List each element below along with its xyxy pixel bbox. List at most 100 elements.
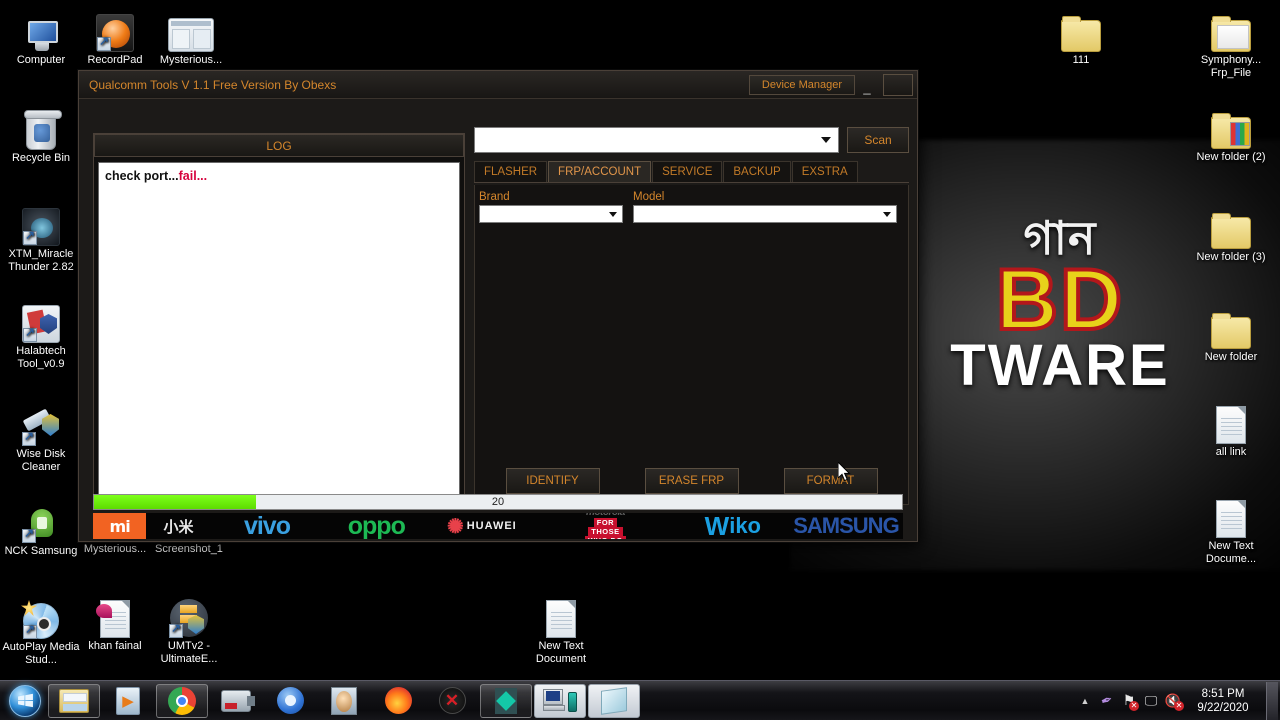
- error-badge-icon: ✕: [1129, 700, 1139, 711]
- log-panel: LOG check port...fail...: [93, 133, 465, 507]
- start-button[interactable]: [3, 683, 47, 719]
- desktop-icon-recycle-bin[interactable]: Recycle Bin: [2, 104, 80, 165]
- desktop-icon-label: Wise Disk Cleaner: [16, 448, 66, 473]
- desktop-icon-new-folder-2[interactable]: New folder (2): [1192, 103, 1270, 164]
- desktop-icon-screenshot-1[interactable]: Screenshot_1: [150, 541, 228, 556]
- app-icon: [2, 497, 80, 543]
- format-button[interactable]: FORMAT: [783, 468, 878, 494]
- taskbar-photo-viewer[interactable]: [318, 684, 370, 718]
- cd-icon: [2, 593, 80, 639]
- tab-exstra[interactable]: EXSTRA: [791, 161, 858, 182]
- photo-viewer-icon: [331, 686, 357, 715]
- desktop-icon-label: Recycle Bin: [11, 152, 71, 164]
- desktop-icon-autoplay-media-studio[interactable]: AutoPlay Media Stud...: [2, 593, 80, 667]
- network-flag-icon[interactable]: ⚑ ✕: [1118, 689, 1140, 713]
- chevron-down-icon: [883, 212, 891, 217]
- taskbar-media-player[interactable]: ▶: [102, 684, 154, 718]
- log-output[interactable]: check port...fail...: [98, 162, 460, 502]
- folder-icon: [1192, 203, 1270, 249]
- motorola-tag-for: FOR: [593, 518, 618, 527]
- volume-muted-icon[interactable]: 🔇 ✕: [1162, 689, 1184, 713]
- chromium-icon: [276, 687, 304, 714]
- document-icon: [1192, 398, 1270, 444]
- scan-button[interactable]: Scan: [847, 127, 909, 153]
- desktop-icon-111[interactable]: 111: [1042, 6, 1120, 67]
- tab-service[interactable]: SERVICE: [652, 161, 723, 182]
- desktop-icon-mysterious-lower[interactable]: Mysterious...: [76, 541, 154, 556]
- clock-time: 8:51 PM: [1201, 687, 1245, 700]
- desktop-icon-new-folder-3[interactable]: New folder (3): [1192, 203, 1270, 264]
- taskbar-qualcomm-tools-window[interactable]: [534, 683, 586, 718]
- action-center-icon[interactable]: 🖵: [1140, 689, 1162, 713]
- taskbar-mozilla-firefox[interactable]: [372, 684, 424, 718]
- error-badge-icon: ✕: [1174, 700, 1184, 711]
- brand-logo-strip: mi 小米 vivo oppo ✺ HUAWEI motorola FOR TH…: [93, 513, 903, 539]
- device-manager-button[interactable]: Device Manager: [748, 74, 855, 95]
- desktop-icon-label: 111: [1072, 54, 1090, 66]
- desktop-icon-new-folder[interactable]: New folder: [1192, 303, 1270, 364]
- wiko-logo: W iko: [677, 513, 789, 539]
- desktop-icon-nck-samsung[interactable]: NCK Samsung: [2, 497, 80, 558]
- taskbar-camcorder-recorder[interactable]: [210, 684, 262, 718]
- camcorder-icon: [221, 689, 255, 712]
- desktop-icon-label: New folder (2): [1196, 151, 1266, 163]
- right-pane: Scan FLASHER FRP/ACCOUNT SERVICE BACKUP …: [474, 127, 909, 505]
- tab-frp-account[interactable]: FRP/ACCOUNT: [548, 161, 652, 182]
- tab-flasher[interactable]: FLASHER: [474, 161, 548, 182]
- desktop-icon-umtv2-ultimate[interactable]: UMTv2 - UltimateE...: [150, 592, 228, 666]
- wiko-label: iko: [729, 513, 761, 538]
- port-select[interactable]: [474, 127, 839, 153]
- wiko-w-icon: W: [704, 513, 730, 539]
- windows-logo-icon: [9, 684, 41, 717]
- taskbar-red-skull-tool[interactable]: ✕: [426, 684, 478, 718]
- erase-frp-button[interactable]: ERASE FRP: [644, 468, 739, 494]
- taskbar-google-chrome[interactable]: [156, 683, 208, 718]
- chevron-down-icon: [609, 212, 617, 217]
- huawei-logo: ✺ HUAWEI: [430, 513, 535, 539]
- desktop-icon-all-link[interactable]: all link: [1192, 398, 1270, 459]
- taskbar-teal-diamond-app[interactable]: [480, 683, 532, 718]
- minimize-button[interactable]: _: [855, 75, 879, 95]
- identify-button[interactable]: IDENTIFY: [505, 468, 600, 494]
- log-line-text: check port...: [105, 169, 179, 183]
- vivo-logo: vivo: [243, 513, 291, 539]
- desktop-icon-label: NCK Samsung: [4, 545, 78, 557]
- app-icon: [152, 6, 230, 52]
- brand-select[interactable]: [479, 205, 623, 223]
- folder-explorer-icon: [59, 688, 89, 713]
- notepad-icon: [601, 686, 627, 715]
- taskbar-notepad-window[interactable]: [588, 683, 640, 718]
- desktop-icon-new-text-document[interactable]: New Text Document: [522, 592, 600, 666]
- port-row: Scan: [474, 127, 909, 153]
- taskbar: ▶ ✕ ▲ ✒ ⚑ ✕ 🖵 🔇 ✕ 8:51 PM 9/22/2020: [0, 680, 1280, 720]
- show-desktop-button[interactable]: [1266, 681, 1278, 720]
- chevron-down-icon: [821, 137, 831, 143]
- document-icon: [76, 592, 154, 638]
- model-select[interactable]: [633, 205, 897, 223]
- desktop-icon-label: Halabtech Tool_v0.9: [16, 345, 66, 370]
- desktop-icon-khan-fainal[interactable]: khan fainal: [76, 592, 154, 653]
- close-button[interactable]: [883, 73, 913, 96]
- action-button-row: IDENTIFY ERASE FRP FORMAT: [475, 468, 908, 494]
- desktop-icon-mysterious-top[interactable]: Mysterious...: [152, 6, 230, 67]
- desktop-icon-new-text-docume[interactable]: New Text Docume...: [1192, 492, 1270, 566]
- desktop-icon-wise-disk-cleaner[interactable]: Wise Disk Cleaner: [2, 400, 80, 474]
- xiaomi-cn-logo: 小米: [163, 518, 194, 536]
- desktop-icon-symphony-frp-file[interactable]: Symphony... Frp_File: [1192, 6, 1270, 80]
- folder-icon: [1042, 6, 1120, 52]
- desktop-icon-xtm-miracle-thunder[interactable]: XTM_Miracle Thunder 2.82: [2, 200, 80, 274]
- window-body: LOG check port...fail... Scan FLASHER FR…: [79, 99, 917, 543]
- taskbar-chromium-browser[interactable]: [264, 684, 316, 718]
- desktop-icon-computer[interactable]: Computer: [2, 6, 80, 67]
- show-hidden-icons-button[interactable]: ▲: [1074, 689, 1096, 713]
- tab-backup[interactable]: BACKUP: [723, 161, 791, 182]
- monitor-icon: [2, 6, 80, 52]
- desktop-icon-halabtech-tool[interactable]: Halabtech Tool_v0.9: [2, 297, 80, 371]
- clock[interactable]: 8:51 PM 9/22/2020: [1184, 687, 1262, 715]
- media-player-icon: ▶: [116, 686, 140, 715]
- firefox-icon: [384, 687, 412, 714]
- chevron-up-icon: ▲: [1080, 695, 1090, 706]
- taskbar-windows-explorer[interactable]: [48, 683, 100, 718]
- desktop-icon-recordpad[interactable]: RecordPad: [76, 6, 154, 67]
- pen-input-icon[interactable]: ✒: [1096, 689, 1118, 713]
